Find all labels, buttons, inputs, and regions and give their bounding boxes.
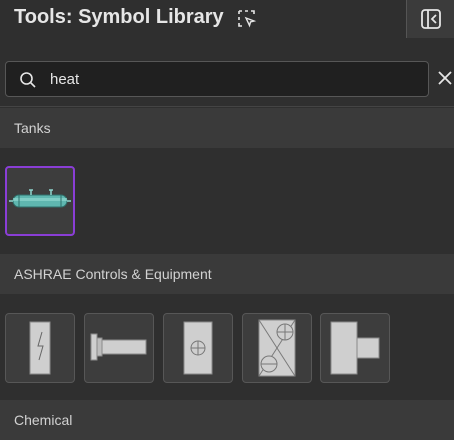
search-input[interactable] — [50, 68, 410, 90]
heat-exchanger-tank-icon — [9, 189, 71, 208]
electric-heater-element-icon — [29, 321, 51, 375]
search-icon — [20, 72, 36, 88]
symbol-tile-heat-exchanger-tank[interactable] — [5, 166, 75, 236]
panel-collapse-icon — [421, 9, 441, 29]
section-header-chemical[interactable]: Chemical — [0, 400, 454, 440]
heating-coil-panel-icon — [183, 321, 213, 375]
panel-header: Tools: Symbol Library — [0, 0, 454, 38]
section-label: Chemical — [14, 412, 73, 428]
unit-heater-icon — [330, 321, 380, 375]
symbol-tile-dual-fan-coil[interactable] — [242, 313, 312, 383]
panel-title: Tools: Symbol Library — [14, 6, 224, 28]
collapse-panel-button[interactable] — [406, 0, 454, 38]
section-label: ASHRAE Controls & Equipment — [14, 266, 212, 282]
section-header-ashrae[interactable]: ASHRAE Controls & Equipment — [0, 254, 454, 294]
symbol-tile-heating-coil-panel[interactable] — [163, 313, 233, 383]
symbol-tile-duct-heater[interactable] — [84, 313, 154, 383]
dual-fan-coil-icon — [258, 319, 296, 377]
section-header-tanks[interactable]: Tanks — [0, 108, 454, 148]
close-icon[interactable] — [437, 70, 453, 86]
selection-cursor-icon[interactable] — [237, 9, 257, 29]
duct-heater-icon — [90, 333, 147, 361]
symbol-tile-electric-heater-element[interactable] — [5, 313, 75, 383]
search-box[interactable] — [5, 61, 429, 97]
symbol-tile-unit-heater[interactable] — [320, 313, 390, 383]
section-label: Tanks — [14, 120, 51, 136]
search-row — [0, 52, 454, 107]
